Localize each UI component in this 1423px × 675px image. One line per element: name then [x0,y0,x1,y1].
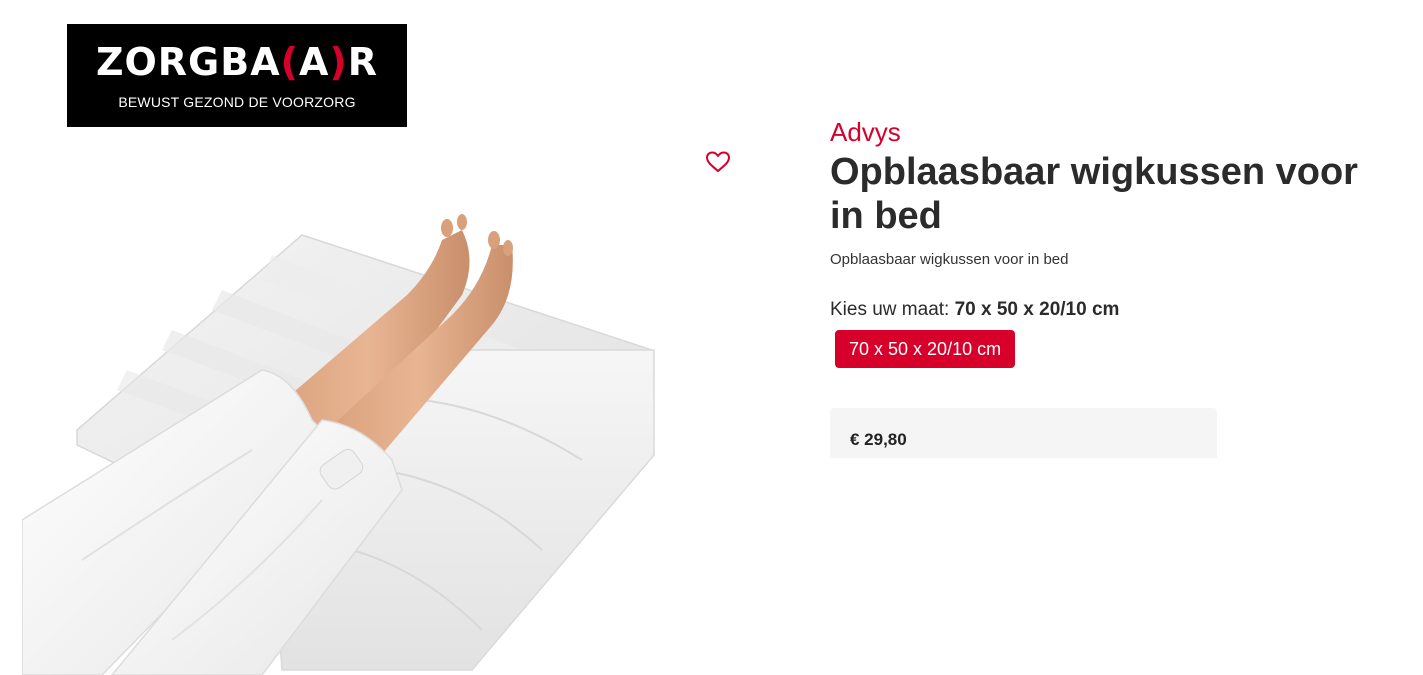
size-option-button[interactable]: 70 x 50 x 20/10 cm [835,330,1016,368]
product-image[interactable] [21,200,672,675]
logo-wordmark-accent-open: ( [280,40,299,84]
logo-wordmark-accent-letter: A [299,40,330,84]
size-selector-label: Kies uw maat: 70 x 50 x 20/10 cm [830,298,1410,322]
product-page: ZORGBA(A)R BEWUST GEZOND DE VOORZORG Adv… [0,0,1423,675]
logo-wordmark-part2: R [347,40,379,84]
product-subtitle: Opblaasbaar wigkussen voor in bed [830,251,1069,268]
size-label: Kies uw maat: [830,299,955,320]
product-title: Opblaasbaar wigkussen voor in bed [830,151,1358,237]
logo-wordmark-accent-close: ) [329,40,348,84]
logo-wordmark: ZORGBA(A)R [67,40,407,84]
product-price: € 29,80 [850,430,907,449]
size-selected-value: 70 x 50 x 20/10 cm [954,299,1120,320]
product-brand[interactable]: Advys [830,116,1410,148]
wishlist-button[interactable] [705,150,731,174]
site-logo[interactable]: ZORGBA(A)R BEWUST GEZOND DE VOORZORG [67,24,407,127]
logo-wordmark-part1: ZORGBA [95,40,281,84]
heart-icon [706,151,730,172]
price-box: € 29,80 [830,408,1217,458]
product-info: Advys Opblaasbaar wigkussen voor in bed … [830,116,1410,368]
logo-tagline: BEWUST GEZOND DE VOORZORG [118,94,356,110]
